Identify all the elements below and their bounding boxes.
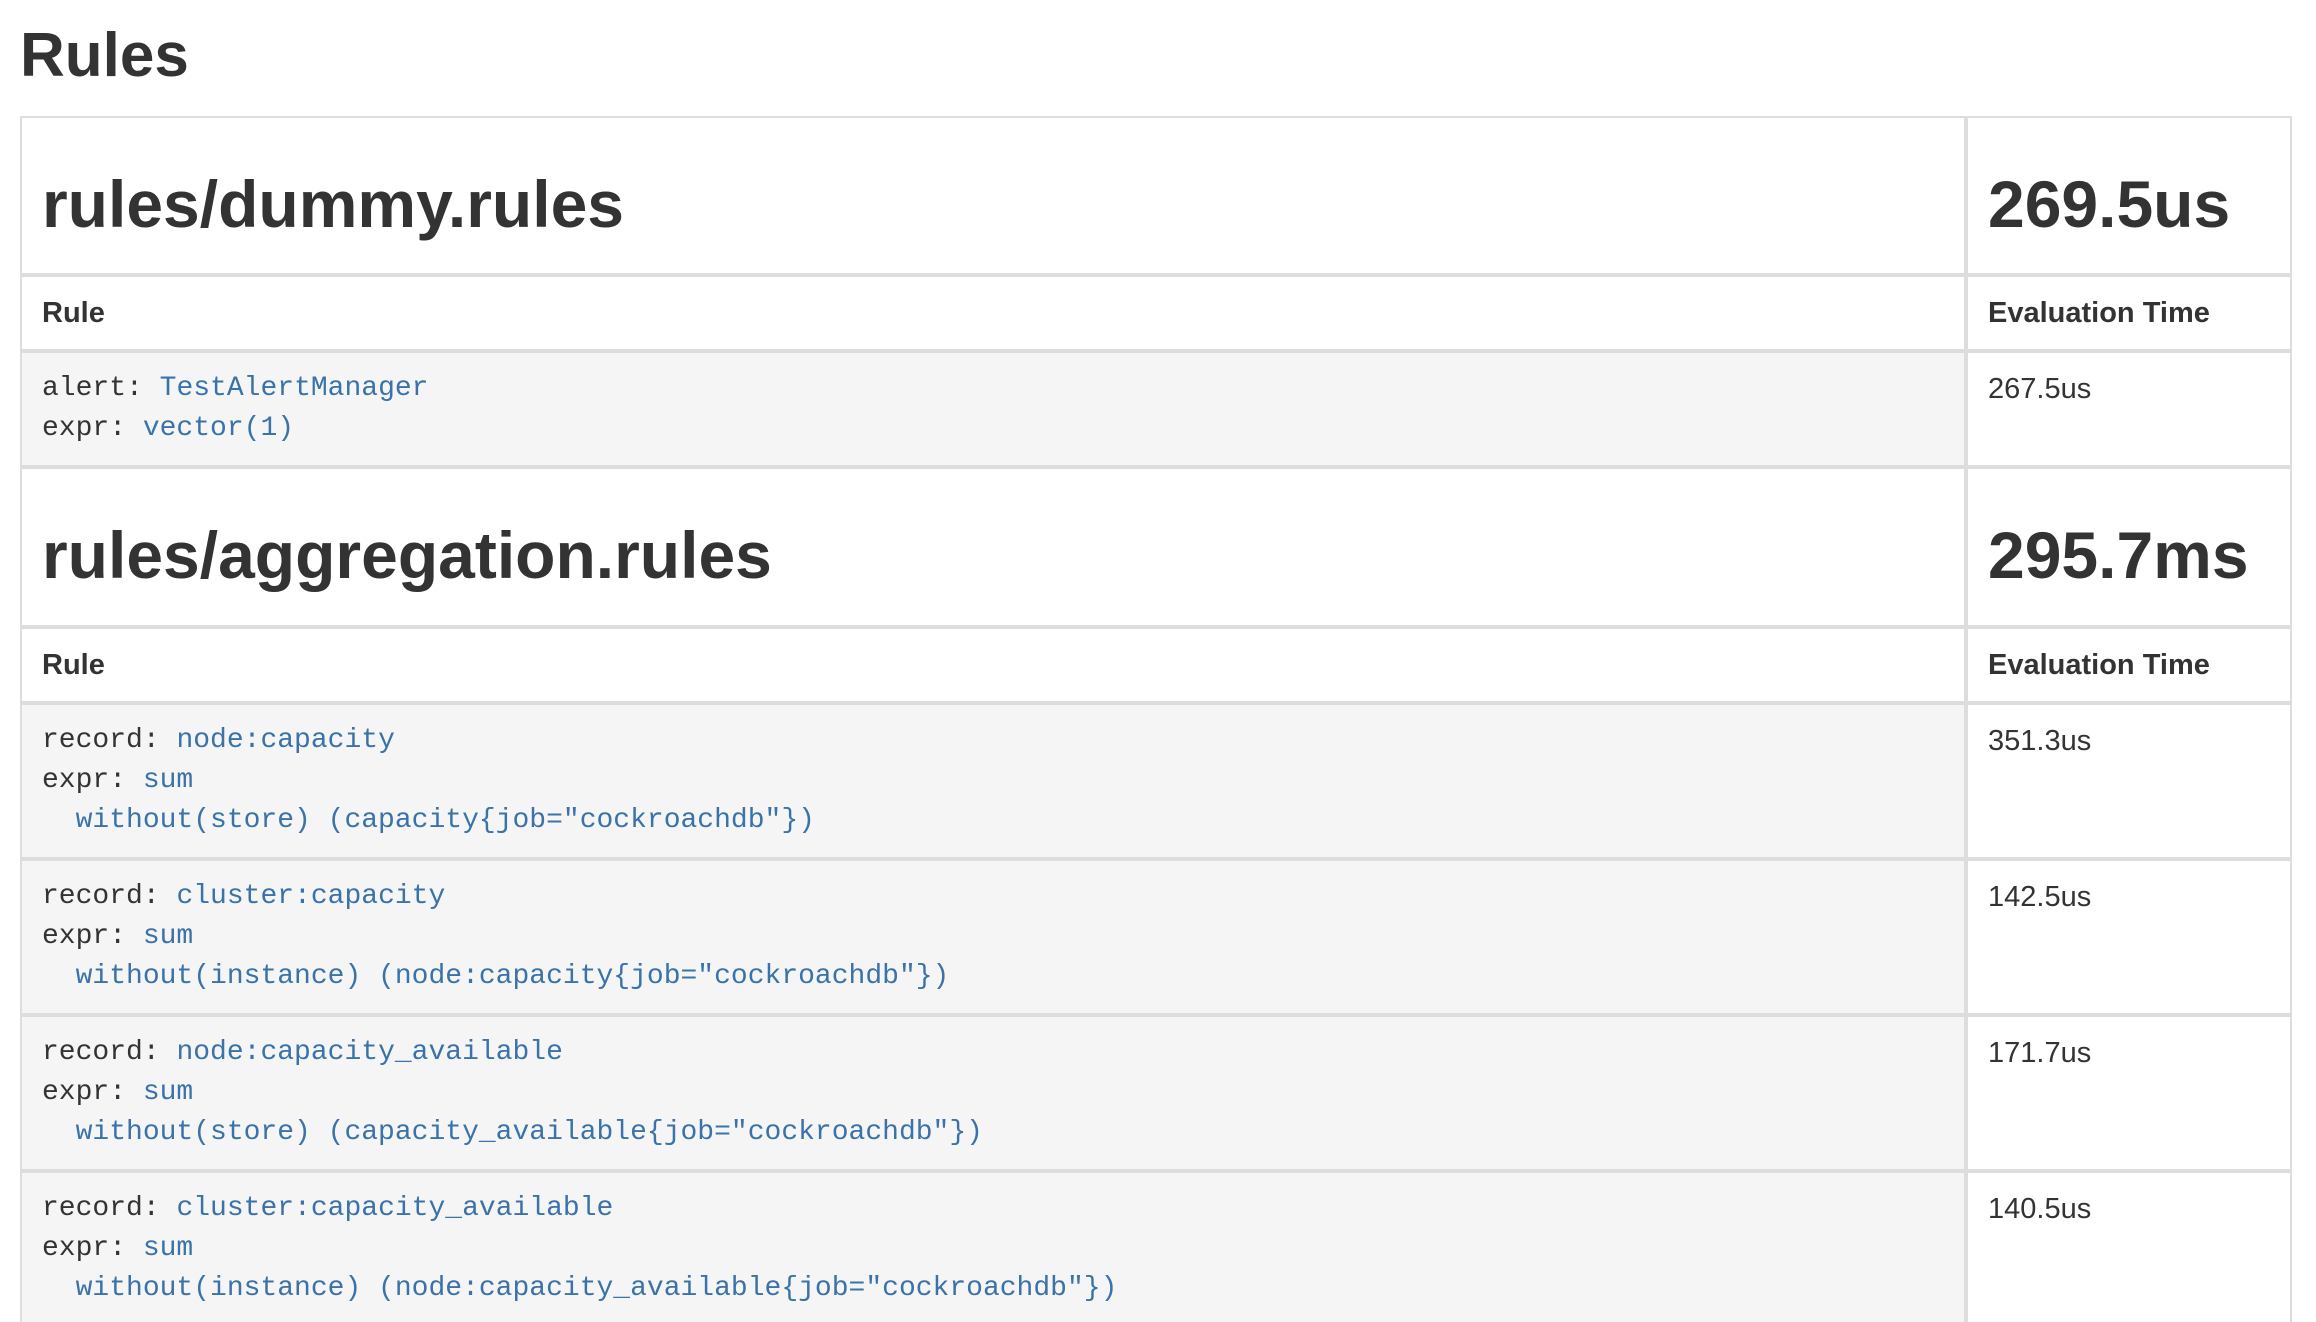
rule-code-line: without(store) (capacity{job="cockroachd… — [42, 801, 1944, 841]
rule-definition-cell: record: cluster:capacityexpr: sum withou… — [22, 861, 1964, 1013]
rules-page: Rules rules/dummy.rules 269.5us Rule Eva… — [0, 0, 2316, 1322]
rule-keyword: expr: — [42, 921, 126, 952]
rule-keyword: record: — [42, 725, 160, 756]
rule-code-line: expr: sum — [42, 1073, 1944, 1113]
rule-groups-container: rules/dummy.rules 269.5us Rule Evaluatio… — [20, 116, 2292, 1322]
rule-code-line: record: cluster:capacity_available — [42, 1189, 1944, 1229]
rule-expression-link[interactable]: vector(1) — [143, 413, 294, 444]
rule-group-file: rules/dummy.rules — [42, 170, 1944, 239]
rule-keyword: expr: — [42, 765, 126, 796]
rule-evaluation-time: 351.3us — [1968, 705, 2290, 857]
rule-code-line: without(instance) (node:capacity_availab… — [42, 1269, 1944, 1309]
rule-column-header: Rule — [22, 629, 1964, 701]
rule-definition-cell: alert: TestAlertManagerexpr: vector(1) — [22, 353, 1964, 465]
rule-code: record: node:capacity_availableexpr: sum… — [42, 1033, 1944, 1153]
rule-group-time-cell: 295.7ms — [1968, 469, 2290, 624]
rule-group-evaluation-time: 295.7ms — [1988, 521, 2270, 590]
rule-definition-cell: record: node:capacityexpr: sum without(s… — [22, 705, 1964, 857]
rule-expression-link[interactable]: without(store) (capacity{job="cockroachd… — [42, 805, 815, 836]
page-title: Rules — [20, 22, 2292, 90]
rule-expression-link[interactable]: sum — [143, 921, 193, 952]
rule-expression-link[interactable]: node:capacity — [176, 725, 394, 756]
evaluation-time-column-header: Evaluation Time — [1968, 277, 2290, 349]
rule-code-line: expr: sum — [42, 1229, 1944, 1269]
rule-keyword: record: — [42, 1037, 160, 1068]
rule-group-file-cell: rules/aggregation.rules — [22, 469, 1964, 624]
evaluation-time-column-header: Evaluation Time — [1968, 629, 2290, 701]
rule-code: record: cluster:capacityexpr: sum withou… — [42, 877, 1944, 997]
rule-group-file-cell: rules/dummy.rules — [22, 118, 1964, 273]
rule-code: alert: TestAlertManagerexpr: vector(1) — [42, 369, 1944, 449]
rule-evaluation-time: 171.7us — [1968, 1017, 2290, 1169]
rule-group-time-cell: 269.5us — [1968, 118, 2290, 273]
rule-keyword: expr: — [42, 413, 126, 444]
rule-keyword: record: — [42, 1193, 160, 1224]
rule-definition-cell: record: cluster:capacity_availableexpr: … — [22, 1173, 1964, 1322]
rule-code-line: expr: sum — [42, 761, 1944, 801]
rule-group-evaluation-time: 269.5us — [1988, 170, 2270, 239]
rule-expression-link[interactable]: sum — [143, 765, 193, 796]
rule-definition-cell: record: node:capacity_availableexpr: sum… — [22, 1017, 1964, 1169]
rule-evaluation-time: 142.5us — [1968, 861, 2290, 1013]
rule-expression-link[interactable]: sum — [143, 1077, 193, 1108]
rule-column-header: Rule — [22, 277, 1964, 349]
rule-expression-link[interactable]: cluster:capacity — [176, 881, 445, 912]
rule-expression-link[interactable]: sum — [143, 1233, 193, 1264]
rule-code-line: record: node:capacity_available — [42, 1033, 1944, 1073]
rule-code-line: alert: TestAlertManager — [42, 369, 1944, 409]
rule-expression-link[interactable]: without(store) (capacity_available{job="… — [42, 1117, 983, 1148]
rule-code: record: node:capacityexpr: sum without(s… — [42, 721, 1944, 841]
rule-group-file: rules/aggregation.rules — [42, 521, 1944, 590]
rule-code-line: without(instance) (node:capacity{job="co… — [42, 957, 1944, 997]
rule-code-line: expr: sum — [42, 917, 1944, 957]
rule-code-line: record: cluster:capacity — [42, 877, 1944, 917]
rule-keyword: expr: — [42, 1233, 126, 1264]
rule-keyword: record: — [42, 881, 160, 912]
rule-code-line: without(store) (capacity_available{job="… — [42, 1113, 1944, 1153]
rule-expression-link[interactable]: without(instance) (node:capacity_availab… — [42, 1273, 1117, 1304]
rule-code: record: cluster:capacity_availableexpr: … — [42, 1189, 1944, 1309]
rule-group-table: rules/dummy.rules 269.5us Rule Evaluatio… — [20, 116, 2292, 467]
rule-group-table: rules/aggregation.rules 295.7ms Rule Eva… — [20, 467, 2292, 1322]
rule-expression-link[interactable]: cluster:capacity_available — [176, 1193, 613, 1224]
rule-evaluation-time: 140.5us — [1968, 1173, 2290, 1322]
rule-evaluation-time: 267.5us — [1968, 353, 2290, 465]
rule-expression-link[interactable]: without(instance) (node:capacity{job="co… — [42, 961, 949, 992]
rule-expression-link[interactable]: node:capacity_available — [176, 1037, 562, 1068]
rule-code-line: expr: vector(1) — [42, 409, 1944, 449]
rule-keyword: expr: — [42, 1077, 126, 1108]
rule-code-line: record: node:capacity — [42, 721, 1944, 761]
rule-expression-link[interactable]: TestAlertManager — [160, 373, 429, 404]
rule-keyword: alert: — [42, 373, 143, 404]
